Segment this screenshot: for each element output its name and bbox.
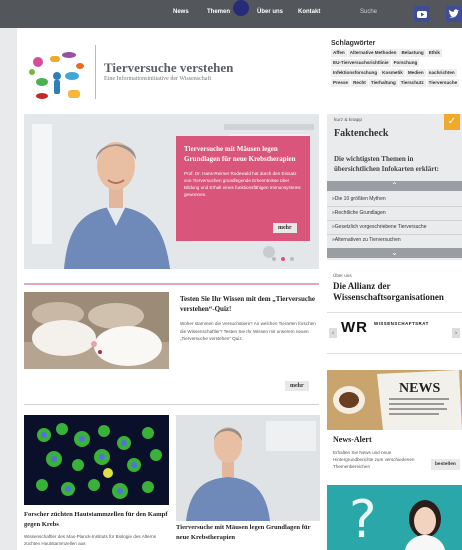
top-navigation-bar [0, 0, 462, 28]
newspaper-photo: NEWS [327, 370, 462, 430]
tag-link[interactable]: Presse [331, 79, 351, 87]
tag-link[interactable]: Tierversuche [426, 79, 460, 87]
animals-logo-icon [29, 52, 84, 99]
allianz-kicker: Über uns [333, 273, 352, 278]
faktencheck-item-alternativen[interactable]: »Alternativen zu Tierversuchen [332, 237, 401, 243]
wissenschaftsrat-logo[interactable]: WR [341, 319, 368, 336]
scroll-up-button[interactable]: ⌃ [327, 181, 462, 191]
researcher-image[interactable] [176, 415, 320, 521]
hero-text: Prof. Dr. Hans-Reimer Rodewald hat durch… [184, 171, 301, 197]
checkmark-icon: ✓ [444, 114, 460, 130]
rats-image[interactable] [24, 292, 169, 369]
carousel-next-icon[interactable]: › [452, 328, 460, 338]
faktencheck-divider [327, 220, 462, 221]
tag-link[interactable]: nachrichten [426, 69, 457, 77]
news-alert-title[interactable]: News-Alert [333, 435, 372, 444]
newspaper-image[interactable]: NEWS [327, 370, 462, 430]
hero-more-button[interactable]: mehr [273, 223, 297, 233]
quiz-text: Woher stammen die Versuchstiere? An welc… [180, 321, 316, 341]
cursor-indicator [233, 0, 249, 16]
quiz-more-button[interactable]: mehr [285, 381, 309, 391]
researcher-article-title[interactable]: Tierversuche mit Mäusen legen Grundlagen… [176, 523, 320, 542]
faktencheck-subtitle: Die wichtigsten Themen in übersichtliche… [334, 155, 439, 173]
researcher-photo [176, 415, 320, 521]
stem-cells-title[interactable]: Forscher züchten Hautstammzellen für den… [24, 510, 169, 529]
tag-cloud: Affen Alternative Methoden Belastung Ethik E… [331, 48, 461, 88]
logo-divider [95, 45, 96, 99]
nav-item-themen[interactable]: Themen [207, 9, 230, 15]
tag-link[interactable]: Forschung [391, 59, 420, 67]
faktencheck-item-recht[interactable]: »Rechtliche Grundlagen [332, 210, 386, 216]
stem-cells-text: Wissenschaftler des Max-Planck-Instituts… [24, 534, 156, 546]
allianz-title[interactable]: Die Allianz der Wissenschaftsorganisatio… [333, 281, 462, 303]
tag-link[interactable]: Affen [331, 49, 347, 57]
nav-item-ueber-uns[interactable]: Über uns [257, 9, 283, 15]
faktencheck-item-mythen[interactable]: »Die 10 größten Mythen [332, 196, 386, 202]
tag-link[interactable]: Tierhaltung [368, 79, 398, 87]
stem-cells-photo [24, 415, 169, 505]
faktencheck-divider [327, 206, 462, 207]
wissenschaftsrat-label: WISSENSCHAFTSRAT [374, 321, 429, 326]
tag-link[interactable]: Belastung [399, 49, 426, 57]
site-subtitle: Eine Informationsinitiative der Wissensc… [104, 76, 212, 82]
stem-cells-image[interactable] [24, 415, 169, 505]
faktencheck-item-gesetzlich[interactable]: »Gesetzlich vorgeschriebene Tierversuche [332, 224, 427, 230]
section-divider [24, 404, 319, 405]
twitter-icon[interactable] [446, 6, 462, 22]
tag-link[interactable]: Infektionsforschung [331, 69, 380, 77]
tags-heading: Schlagwörter [331, 40, 376, 47]
nav-item-news[interactable]: News [173, 9, 189, 15]
newspaper-headline: NEWS [399, 381, 440, 396]
carousel-dots[interactable] [268, 255, 298, 263]
tag-link[interactable]: Kosmetik [380, 69, 405, 77]
youtube-icon[interactable] [414, 6, 430, 22]
site-title[interactable]: Tierversuche verstehen [104, 60, 233, 76]
hero-title[interactable]: Tierversuche mit Mäusen legen Grundlagen… [184, 144, 302, 164]
question-mark-photo: ? [327, 485, 462, 550]
search-link[interactable]: Suche [360, 9, 377, 15]
faktencheck-title[interactable]: Faktencheck [334, 128, 388, 139]
svg-text:?: ? [349, 490, 377, 550]
faq-image[interactable]: ? [327, 485, 462, 550]
tag-link[interactable]: Tierschutz [398, 79, 426, 87]
tag-link[interactable]: EU-Tierversuchsrichtlinie [331, 59, 391, 67]
tag-link[interactable]: Alternative Methoden [347, 49, 399, 57]
section-divider [24, 283, 319, 285]
nav-item-kontakt[interactable]: Kontakt [298, 9, 320, 15]
tag-link[interactable]: Medien [405, 69, 426, 77]
carousel-prev-icon[interactable]: ‹ [329, 328, 337, 338]
faktencheck-divider [327, 234, 462, 235]
news-alert-text: Erhalten Sie News und neue Hintergrundbe… [333, 450, 415, 469]
subscribe-button[interactable]: bestellen [431, 459, 460, 470]
scroll-down-button[interactable]: ⌄ [327, 248, 462, 258]
tag-link[interactable]: Ethik [426, 49, 442, 57]
tag-link[interactable]: Recht [351, 79, 368, 87]
quiz-title[interactable]: Testen Sie Ihr Wissen mit dem „Tierversu… [180, 294, 320, 314]
rats-photo [24, 292, 169, 369]
faktencheck-kicker: kurz & knapp [334, 118, 362, 123]
